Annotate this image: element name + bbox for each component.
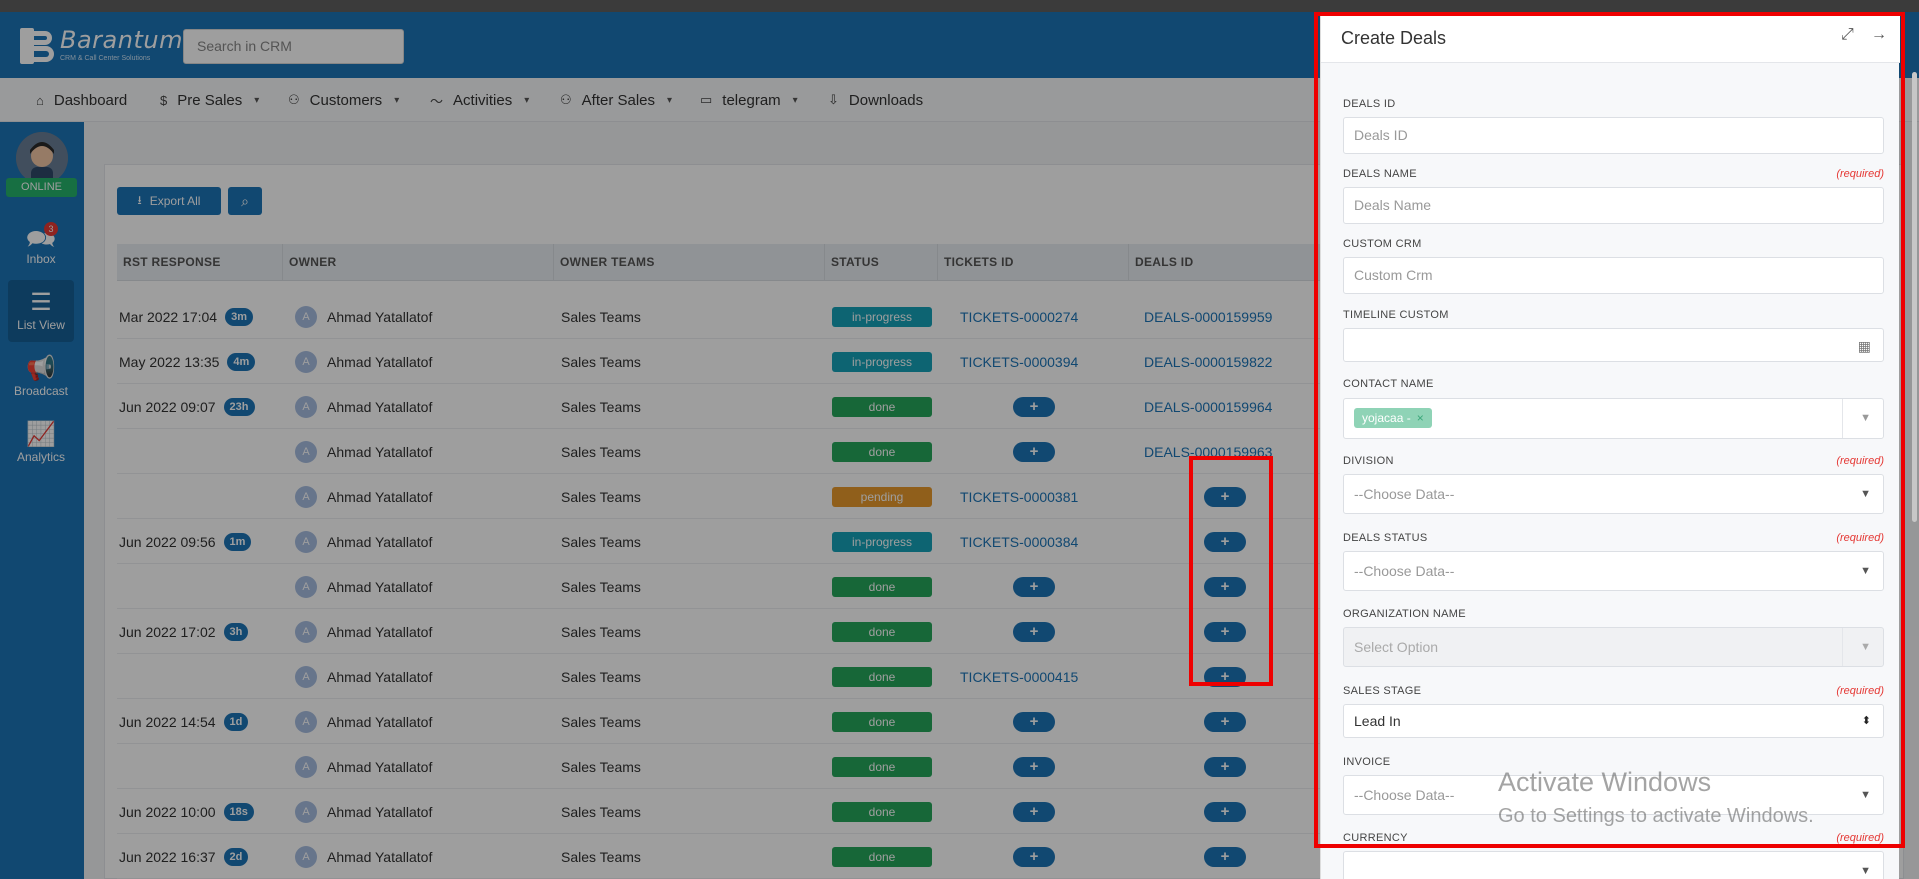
deals-name-input[interactable]: Deals Name [1343,187,1884,224]
field-label: CUSTOM CRM [1343,238,1422,250]
crm-app: Barantum CRM & Call Center Solutions Sea… [0,12,1919,879]
field-label: SALES STAGE [1343,685,1422,697]
required-marker: (required) [1836,168,1884,180]
required-marker: (required) [1836,685,1884,697]
create-deals-panel: Create Deals ⤢ → DEALS ID Deals ID DEALS… [1320,12,1900,879]
close-panel-arrow-icon[interactable]: → [1871,26,1887,44]
panel-title: Create Deals [1341,28,1447,48]
deals-status-select[interactable]: --Choose Data-- ▼ [1343,551,1884,591]
field-label: INVOICE [1343,756,1391,768]
invoice-value: --Choose Data-- [1354,787,1455,803]
chevron-down-icon: ▼ [1860,641,1871,653]
field-label: DIVISION [1343,455,1394,467]
windows-watermark-subtitle: Go to Settings to activate Windows. [1498,805,1814,827]
contact-name-select[interactable]: yojacaa - × ▼ [1343,398,1884,439]
required-marker: (required) [1836,455,1884,467]
windows-watermark-title: Activate Windows [1498,767,1712,797]
chevron-down-icon: ▼ [1860,865,1871,877]
expand-icon[interactable]: ⤢ [1841,26,1854,44]
field-label: ORGANIZATION NAME [1343,608,1466,620]
panel-scrollbar[interactable] [1912,72,1917,522]
timeline-custom-date-input[interactable]: ▦ [1343,328,1884,362]
window-top-bar [0,0,1919,12]
organization-value: Select Option [1354,639,1439,655]
chevron-down-icon: ▼ [1860,789,1871,801]
field-label: DEALS ID [1343,98,1396,110]
field-label: TIMELINE CUSTOM [1343,309,1449,321]
required-marker: (required) [1836,532,1884,544]
division-value: --Choose Data-- [1354,486,1455,502]
organization-name-select[interactable]: Select Option ▼ [1343,627,1884,667]
sort-arrows-icon: ⬍ [1861,715,1871,727]
contact-tag[interactable]: yojacaa - × [1354,408,1432,428]
chevron-down-icon: ▼ [1860,565,1871,577]
field-label: DEALS STATUS [1343,532,1428,544]
division-select[interactable]: --Choose Data-- ▼ [1343,474,1884,514]
chevron-down-icon: ▼ [1860,488,1871,500]
deals-id-input[interactable]: Deals ID [1343,117,1884,154]
contact-tag-label: yojacaa - [1362,411,1411,425]
field-label: DEALS NAME [1343,168,1417,180]
remove-tag-icon[interactable]: × [1417,411,1424,425]
field-label: CONTACT NAME [1343,378,1434,390]
panel-header: Create Deals ⤢ → [1321,12,1900,63]
chevron-down-icon: ▼ [1860,412,1871,424]
calendar-icon: ▦ [1857,338,1871,354]
currency-select[interactable]: ▼ [1343,851,1884,879]
required-marker: (required) [1836,832,1884,844]
field-label: CURRENCY [1343,832,1408,844]
deals-status-value: --Choose Data-- [1354,563,1455,579]
custom-crm-input[interactable]: Custom Crm [1343,257,1884,294]
sales-stage-value: Lead In [1354,713,1401,729]
sales-stage-select[interactable]: Lead In ⬍ [1343,704,1884,738]
